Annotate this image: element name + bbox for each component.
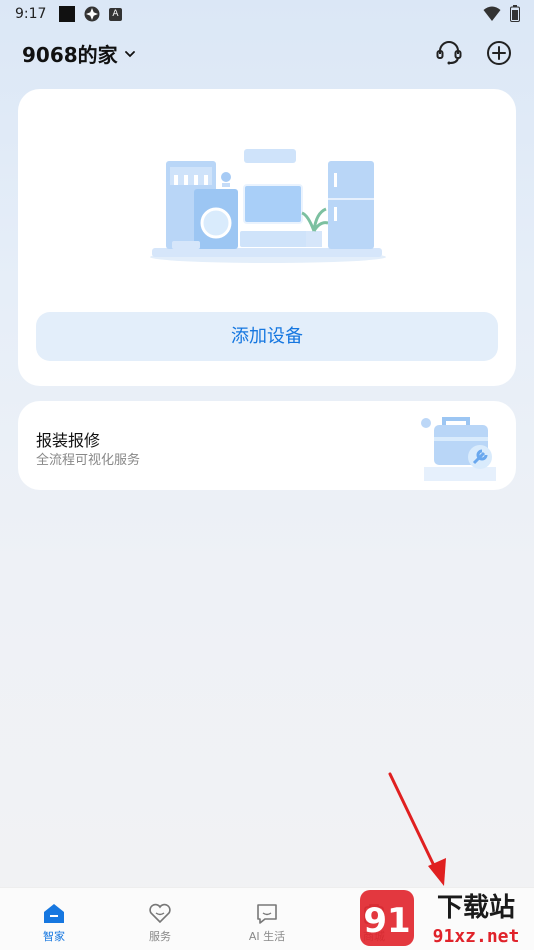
nav-label-service: 服务 [149, 930, 171, 943]
repair-subtitle: 全流程可视化服务 [36, 453, 141, 468]
a-app-icon: A [109, 8, 122, 21]
nav-item-service[interactable]: 服务 [120, 888, 200, 950]
watermark-logo-mark: 91 [363, 901, 410, 941]
appliances-illustration [150, 149, 386, 263]
watermark-logo: 91 下载站 91xz.net [360, 890, 520, 947]
battery-icon [510, 5, 520, 22]
add-icon[interactable] [484, 38, 514, 68]
chevron-down-icon [124, 50, 135, 57]
nav-item-home[interactable]: 智家 [14, 888, 94, 950]
watermark-domain: 91xz.net [433, 926, 520, 947]
repair-card[interactable]: 报装报修 全流程可视化服务 [18, 401, 516, 490]
notification-square-icon [59, 6, 75, 22]
sync-icon [84, 6, 100, 22]
nav-item-ai-life[interactable]: AI 生活 [227, 888, 307, 950]
home-icon [44, 904, 64, 923]
status-bar: 9:17 A [0, 0, 534, 28]
header: 9068的家 [0, 34, 534, 74]
wifi-icon [483, 6, 501, 21]
add-device-card: 添加设备 [18, 89, 516, 386]
status-time: 9:17 [15, 6, 47, 22]
customer-service-icon[interactable] [434, 38, 464, 68]
home-name: 9068的家 [22, 43, 118, 67]
watermark-brand: 下载站 [437, 893, 515, 923]
nav-label-home: 智家 [43, 930, 65, 943]
chat-icon [257, 904, 277, 924]
repair-title: 报装报修 [36, 431, 101, 450]
toolbox-illustration [421, 417, 496, 481]
add-device-button[interactable]: 添加设备 [36, 312, 498, 361]
home-selector[interactable]: 9068的家 [22, 39, 136, 68]
heart-icon [149, 903, 171, 924]
nav-label-ai-life: AI 生活 [248, 930, 286, 943]
